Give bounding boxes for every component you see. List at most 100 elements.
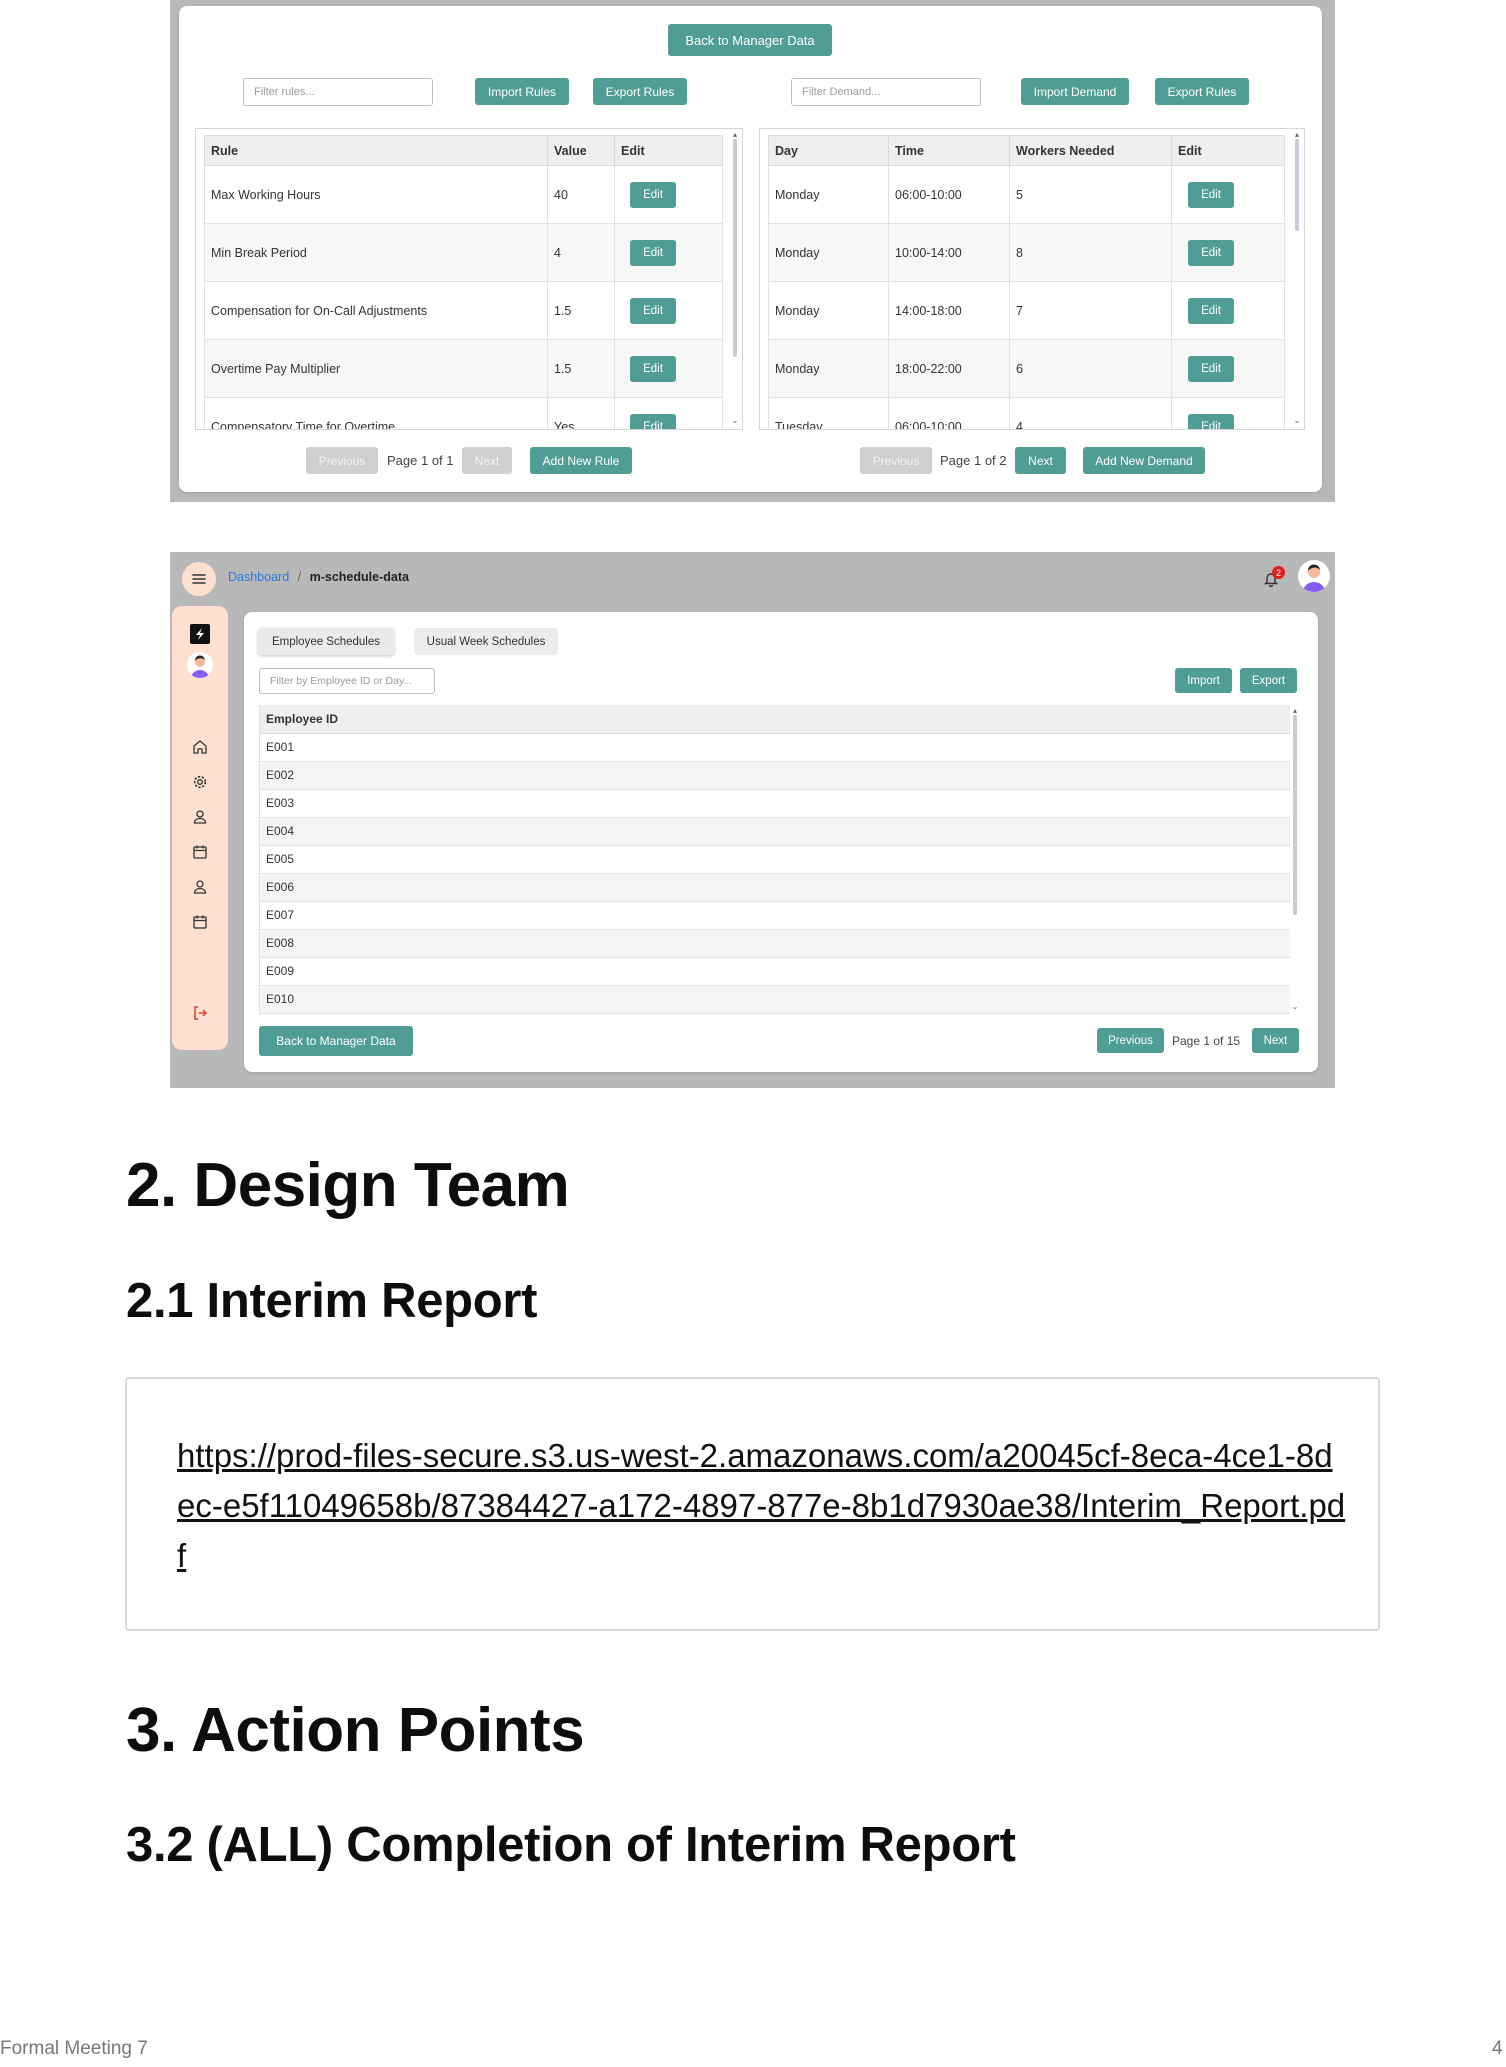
edit-button[interactable]: Edit — [630, 181, 676, 208]
scroll-up-icon[interactable]: ▴ — [730, 131, 740, 139]
table-row: Max Working Hours 40 Edit — [204, 165, 723, 224]
table-row[interactable]: E004 — [260, 817, 1290, 846]
rule-name: Overtime Pay Multiplier — [204, 339, 548, 398]
back-to-manager-data-button[interactable]: Back to Manager Data — [668, 24, 832, 56]
user-icon[interactable] — [191, 878, 209, 896]
table-row[interactable]: E002 — [260, 761, 1290, 790]
demand-time: 14:00-18:00 — [888, 281, 1010, 340]
import-rules-button[interactable]: Import Rules — [475, 78, 569, 105]
footer-title: Formal Meeting 7 — [0, 2038, 148, 2059]
table-row[interactable]: E001 — [260, 733, 1290, 762]
table-row[interactable]: E008 — [260, 929, 1290, 958]
rules-table: Rule Value Edit Max Working Hours 40 Edi… — [204, 135, 723, 429]
demand-scrollbar[interactable]: ▴ ⌄ — [1292, 129, 1302, 429]
notifications-button[interactable]: 2 — [1260, 566, 1285, 590]
table-row[interactable]: E005 — [260, 845, 1290, 874]
tab-employee-schedules[interactable]: Employee Schedules — [258, 628, 394, 655]
add-new-rule-button[interactable]: Add New Rule — [530, 447, 632, 474]
employee-table: Employee ID E001 E002 E003 E004 E005 E00… — [260, 705, 1290, 1014]
logo-icon[interactable] — [190, 624, 210, 644]
employee-id-cell: E008 — [260, 929, 1290, 958]
calendar-icon[interactable] — [191, 843, 209, 861]
demand-previous-button[interactable]: Previous — [860, 447, 932, 474]
scroll-up-icon[interactable]: ▴ — [1290, 707, 1300, 715]
gear-icon[interactable] — [191, 773, 209, 791]
employee-filter-input[interactable] — [259, 668, 435, 694]
scroll-down-icon[interactable]: ⌄ — [1292, 417, 1302, 425]
table-row: Monday 18:00-22:00 6 Edit — [768, 339, 1285, 398]
filter-demand-input[interactable] — [791, 78, 981, 106]
edit-button[interactable]: Edit — [630, 355, 676, 382]
breadcrumb-dashboard-link[interactable]: Dashboard — [228, 570, 289, 584]
rule-value: 1.5 — [547, 339, 615, 398]
calendar-icon[interactable] — [191, 913, 209, 931]
edit-button[interactable]: Edit — [1188, 413, 1234, 429]
table-row: Min Break Period 4 Edit — [204, 223, 723, 282]
demand-time: 18:00-22:00 — [888, 339, 1010, 398]
employee-id-cell: E007 — [260, 901, 1290, 930]
employee-table-scrollbar[interactable]: ▴ ⌄ — [1290, 705, 1300, 1015]
edit-button[interactable]: Edit — [1188, 239, 1234, 266]
scroll-up-icon[interactable]: ▴ — [1292, 131, 1302, 139]
export-button[interactable]: Export — [1240, 668, 1297, 693]
rules-table-container[interactable]: Rule Value Edit Max Working Hours 40 Edi… — [195, 128, 743, 430]
employee-table-container[interactable]: Employee ID E001 E002 E003 E004 E005 E00… — [259, 705, 1290, 1015]
schedule-next-button[interactable]: Next — [1252, 1028, 1299, 1053]
home-icon[interactable] — [191, 738, 209, 756]
edit-button[interactable]: Edit — [1188, 355, 1234, 382]
rules-scrollbar[interactable]: ▴ ⌄ — [730, 129, 740, 429]
table-row[interactable]: E007 — [260, 901, 1290, 930]
schedule-previous-button[interactable]: Previous — [1097, 1028, 1164, 1053]
edit-button[interactable]: Edit — [1188, 181, 1234, 208]
rules-screenshot: Back to Manager Data Import Rules Export… — [170, 0, 1335, 502]
user-icon[interactable] — [191, 808, 209, 826]
edit-button[interactable]: Edit — [630, 413, 676, 429]
edit-button[interactable]: Edit — [1188, 297, 1234, 324]
breadcrumb-current: m-schedule-data — [309, 570, 409, 584]
scroll-down-icon[interactable]: ⌄ — [730, 417, 740, 425]
demand-day: Tuesday — [768, 397, 889, 429]
table-row[interactable]: E003 — [260, 789, 1290, 818]
table-row: Tuesday 06:00-10:00 4 Edit — [768, 397, 1285, 429]
demand-page-indicator: Page 1 of 2 — [940, 453, 1007, 468]
export-rules-button[interactable]: Export Rules — [593, 78, 687, 105]
rules-header-edit: Edit — [614, 135, 723, 166]
tab-usual-week-schedules[interactable]: Usual Week Schedules — [414, 628, 558, 655]
import-button[interactable]: Import — [1175, 668, 1232, 693]
add-new-demand-button[interactable]: Add New Demand — [1083, 447, 1205, 474]
employee-id-cell: E002 — [260, 761, 1290, 790]
back-to-manager-data-button[interactable]: Back to Manager Data — [259, 1026, 413, 1056]
demand-workers: 4 — [1009, 397, 1172, 429]
demand-table-container[interactable]: Day Time Workers Needed Edit Monday 06:0… — [759, 128, 1305, 430]
scroll-down-icon[interactable]: ⌄ — [1290, 1003, 1300, 1011]
table-row[interactable]: E010 — [260, 985, 1290, 1014]
employee-id-cell: E001 — [260, 733, 1290, 762]
rules-next-button[interactable]: Next — [462, 447, 512, 474]
employee-id-cell: E009 — [260, 957, 1290, 986]
edit-button[interactable]: Edit — [630, 239, 676, 266]
menu-button[interactable] — [182, 562, 216, 596]
section-2-1-heading: 2.1 Interim Report — [126, 1274, 538, 1328]
logout-icon[interactable] — [191, 1004, 209, 1022]
schedule-card: Employee Schedules Usual Week Schedules … — [244, 612, 1318, 1072]
demand-day: Monday — [768, 223, 889, 282]
rules-previous-button[interactable]: Previous — [306, 447, 378, 474]
import-demand-button[interactable]: Import Demand — [1021, 78, 1129, 105]
avatar[interactable] — [187, 652, 213, 678]
demand-day: Monday — [768, 339, 889, 398]
demand-header-time: Time — [888, 135, 1010, 166]
rules-header-rule: Rule — [204, 135, 548, 166]
table-row[interactable]: E006 — [260, 873, 1290, 902]
link-embed-box: https://prod-files-secure.s3.us-west-2.a… — [125, 1377, 1380, 1631]
rule-value: Yes — [547, 397, 615, 429]
interim-report-link[interactable]: https://prod-files-secure.s3.us-west-2.a… — [177, 1431, 1347, 1581]
export-demand-rules-button[interactable]: Export Rules — [1155, 78, 1249, 105]
schedule-page-indicator: Page 1 of 15 — [1172, 1033, 1241, 1048]
avatar[interactable] — [1298, 560, 1330, 592]
demand-next-button[interactable]: Next — [1015, 447, 1066, 474]
rules-table-header: Rule Value Edit — [204, 135, 723, 166]
edit-button[interactable]: Edit — [630, 297, 676, 324]
demand-time: 06:00-10:00 — [888, 165, 1010, 224]
table-row[interactable]: E009 — [260, 957, 1290, 986]
filter-rules-input[interactable] — [243, 78, 433, 106]
